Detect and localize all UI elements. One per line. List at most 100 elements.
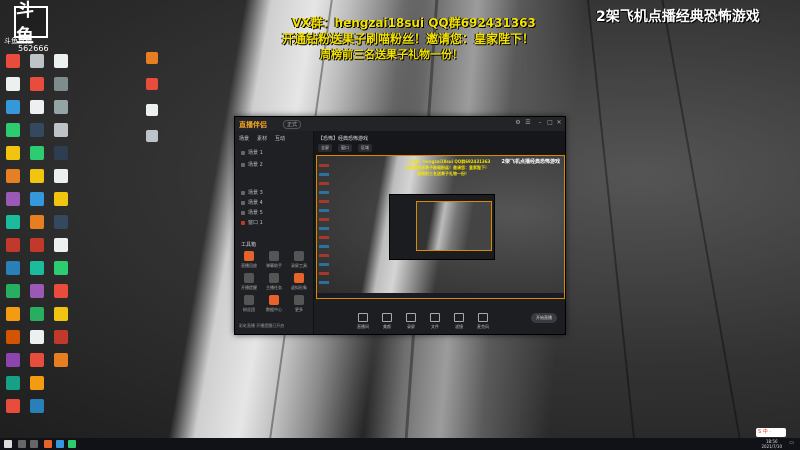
desktop-icon[interactable] [2,236,24,254]
tool-avatar[interactable]: 虚拟形象 [287,273,311,291]
taskview-icon[interactable] [30,440,38,448]
desktop-icon[interactable] [50,213,72,231]
notification-icon[interactable]: ▭ [789,440,794,446]
desktop-icon[interactable] [146,130,158,142]
eye-icon[interactable] [241,200,245,205]
desktop-icon[interactable] [50,328,72,346]
desktop-icon[interactable] [2,121,24,139]
eye-icon[interactable] [241,190,245,195]
bb-mic[interactable]: 麦克风 [474,313,492,330]
desktop-icon[interactable] [50,305,72,323]
maximize-icon[interactable]: □ [547,120,553,126]
desktop-icon[interactable] [50,121,72,139]
desktop-icon[interactable] [2,52,24,70]
desktop-icon[interactable] [50,167,72,185]
desktop-icon[interactable] [2,328,24,346]
settings-icon[interactable]: ⚙ [515,120,521,126]
desktop-icon[interactable] [26,213,48,231]
stream-preview[interactable]: 2架飞机点播经典恐怖游戏 VX群：hengzai18sui QQ群6924313… [316,155,565,299]
desktop-icon[interactable] [2,259,24,277]
desktop-icon[interactable] [50,98,72,116]
desktop-icon[interactable] [26,259,48,277]
desktop-icon[interactable] [26,121,48,139]
desktop-icon[interactable] [2,98,24,116]
bb-record[interactable]: 录屏 [402,313,420,330]
app-taskbar-icon[interactable] [68,440,76,448]
tool-remind[interactable]: 开播提醒 [237,273,261,291]
tab-interact[interactable]: 互动 [275,135,285,142]
desktop-icon[interactable] [26,98,48,116]
tool-replay[interactable]: 直播回放 [237,251,261,269]
desktop-icon[interactable] [26,236,48,254]
app-taskbar-icon[interactable] [44,440,52,448]
tab-sources[interactable]: 素材 [257,135,267,142]
eye-icon[interactable] [241,162,245,167]
desktop-icon[interactable] [2,374,24,392]
app-taskbar-icon[interactable] [56,440,64,448]
tab-region[interactable]: 区域 [358,144,372,152]
desktop-icon[interactable] [26,305,48,323]
scene-item[interactable]: 场景 1 [241,149,263,156]
windows-start-icon[interactable] [4,440,12,448]
ime-indicator[interactable]: S 中 · [756,428,786,437]
bb-room[interactable]: 直播间 [354,313,372,330]
scene-item[interactable]: 场景 4 [241,199,263,206]
desktop-icon[interactable] [50,52,72,70]
desktop-icon[interactable] [2,167,24,185]
desktop-icon[interactable] [50,259,72,277]
start-live-button[interactable]: 开始直播 [531,313,557,323]
desktop-icon[interactable] [50,282,72,300]
eye-icon[interactable] [241,220,245,225]
scene-item[interactable]: 场景 3 [241,189,263,196]
scene-item[interactable]: 窗口 1 [241,219,263,226]
desktop-icon[interactable] [26,190,48,208]
tool-task[interactable]: 主播任务 [262,273,286,291]
desktop-icon[interactable] [50,236,72,254]
desktop-icon[interactable] [26,75,48,93]
desktop-icon[interactable] [2,190,24,208]
scene-item[interactable]: 场景 5 [241,209,263,216]
desktop-icon[interactable] [26,167,48,185]
menu-icon[interactable]: ☰ [525,120,531,126]
scene-item[interactable]: 场景 2 [241,161,263,168]
clock[interactable]: 18:56 2021/7/10 [761,439,782,449]
eye-icon[interactable] [241,210,245,215]
desktop-icon[interactable] [50,144,72,162]
desktop-icon[interactable] [26,282,48,300]
tab-fullscreen[interactable]: 全屏 [318,144,332,152]
desktop-icon[interactable] [50,75,72,93]
tab-scenes[interactable]: 场景 [239,135,249,142]
bb-beauty[interactable]: 美颜 [378,313,396,330]
desktop-icon[interactable] [2,351,24,369]
tab-window[interactable]: 窗口 [338,144,352,152]
desktop-icon[interactable] [26,351,48,369]
minimize-icon[interactable]: – [537,120,543,126]
bb-filter[interactable]: 滤镜 [450,313,468,330]
eye-icon[interactable] [241,150,245,155]
desktop-icon[interactable] [50,190,72,208]
tool-record[interactable]: 录屏工具 [287,251,311,269]
desktop-icon[interactable] [2,397,24,415]
desktop-icon[interactable] [2,75,24,93]
desktop-icon[interactable] [26,397,48,415]
desktop-icon[interactable] [2,305,24,323]
desktop-icon[interactable] [26,374,48,392]
desktop-icon[interactable] [146,52,158,64]
desktop-icon[interactable] [146,104,158,116]
tool-danmu[interactable]: 弹幕助手 [262,251,286,269]
desktop-icon[interactable] [2,144,24,162]
desktop-icon[interactable] [146,78,158,90]
desktop-icon[interactable] [2,282,24,300]
close-icon[interactable]: ✕ [556,120,562,126]
desktop-icon[interactable] [26,328,48,346]
tool-more[interactable]: 更多 [287,295,311,313]
desktop-icon[interactable] [26,52,48,70]
desktop-icon[interactable] [26,144,48,162]
bb-file[interactable]: 文件 [426,313,444,330]
search-icon[interactable] [18,440,26,448]
tool-fans[interactable]: 粉丝团 [237,295,261,313]
tool-data[interactable]: 数据中心 [262,295,286,313]
desktop-icon[interactable] [50,351,72,369]
desktop-icon[interactable] [2,213,24,231]
scene-label: 场景 2 [248,162,263,168]
